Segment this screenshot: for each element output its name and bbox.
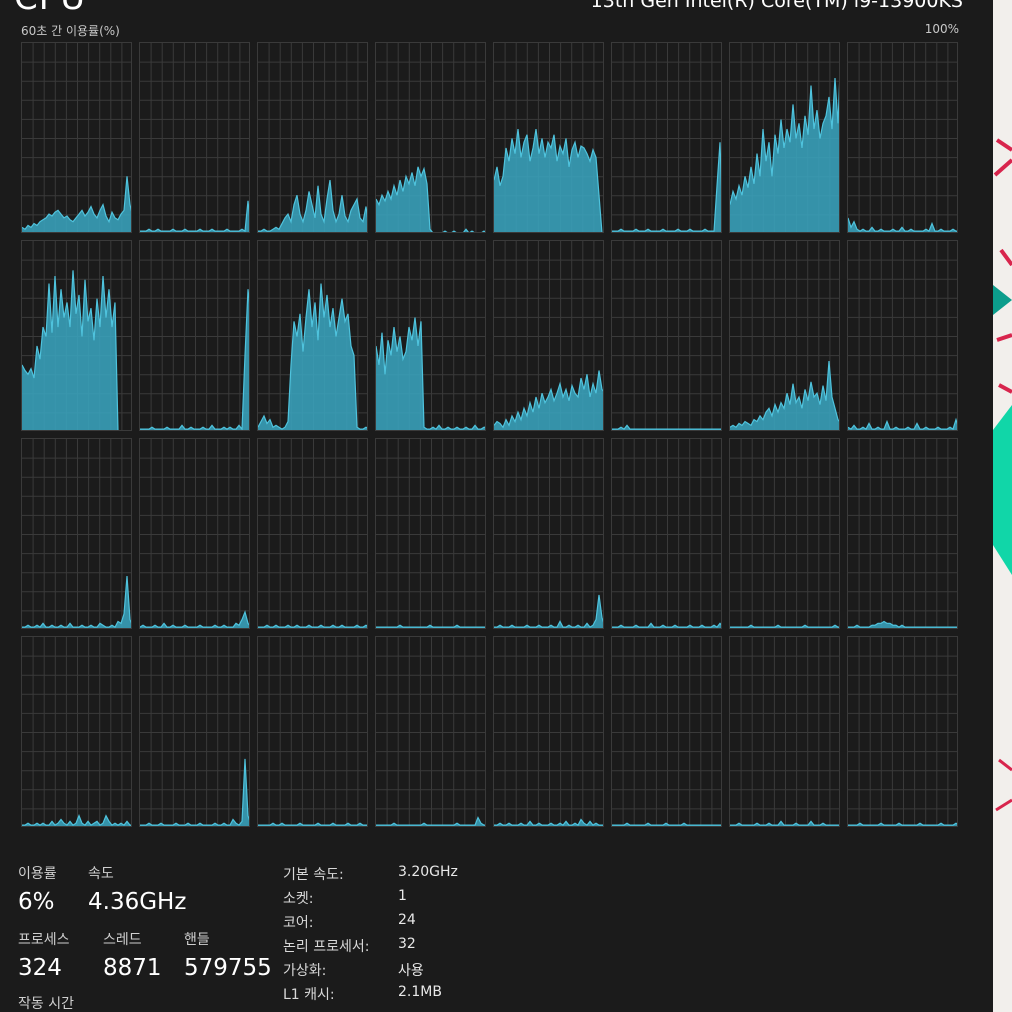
graph-canvas <box>376 439 485 628</box>
logical-processor-graph-26 <box>257 636 368 827</box>
speed-label: 속도 <box>88 866 114 882</box>
logical-processor-graph-3 <box>375 42 486 233</box>
graph-canvas <box>22 241 131 430</box>
logical-processor-graph-20 <box>493 438 604 629</box>
graph-canvas <box>376 43 485 232</box>
processes-label: 프로세스 <box>18 932 70 948</box>
logical-processor-graph-27 <box>375 636 486 827</box>
processes-value: 324 <box>18 955 62 981</box>
logical-processor-graph-23 <box>847 438 958 629</box>
graph-canvas <box>140 43 249 232</box>
utilization-label: 이용률 <box>18 866 57 882</box>
spec-logical-processors-label: 논리 프로세서: <box>283 939 370 955</box>
utilization-value: 6% <box>18 889 55 915</box>
cpu-performance-panel: CPU 13th Gen Intel(R) Core(TM) i9-13900K… <box>0 0 993 1012</box>
logical-processor-graphs <box>0 0 993 840</box>
logical-processor-graph-6 <box>729 42 840 233</box>
logical-processor-graph-22 <box>729 438 840 629</box>
graph-canvas <box>140 241 249 430</box>
spec-cores-value: 24 <box>398 912 416 928</box>
logical-processor-graph-18 <box>257 438 368 629</box>
graph-canvas <box>612 637 721 826</box>
uptime-label: 작동 시간 <box>18 996 74 1012</box>
logical-processor-graph-30 <box>729 636 840 827</box>
logical-processor-graph-11 <box>375 240 486 431</box>
logical-processor-graph-17 <box>139 438 250 629</box>
background-decoration <box>993 138 1012 812</box>
logical-processor-graph-5 <box>611 42 722 233</box>
speed-value: 4.36GHz <box>88 889 187 915</box>
graph-canvas <box>848 439 957 628</box>
threads-value: 8871 <box>103 955 162 981</box>
spec-base-speed-value: 3.20GHz <box>398 864 458 880</box>
logical-processor-graph-13 <box>611 240 722 431</box>
logical-processor-graph-0 <box>21 42 132 233</box>
spec-virtualization-label: 가상화: <box>283 963 327 979</box>
graph-canvas <box>22 637 131 826</box>
spec-sockets-value: 1 <box>398 888 407 904</box>
graph-canvas <box>258 241 367 430</box>
logical-processor-graph-9 <box>139 240 250 431</box>
graph-canvas <box>612 43 721 232</box>
graph-canvas <box>494 43 603 232</box>
graph-canvas <box>258 439 367 628</box>
spec-logical-processors-value: 32 <box>398 936 416 952</box>
logical-processor-graph-14 <box>729 240 840 431</box>
graph-canvas <box>258 43 367 232</box>
logical-processor-graph-8 <box>21 240 132 431</box>
spec-base-speed-label: 기본 속도: <box>283 867 344 883</box>
graph-canvas <box>730 43 839 232</box>
graph-canvas <box>848 241 957 430</box>
logical-processor-graph-7 <box>847 42 958 233</box>
graph-canvas <box>22 439 131 628</box>
handles-label: 핸들 <box>184 932 210 948</box>
logical-processor-graph-25 <box>139 636 250 827</box>
logical-processor-graph-19 <box>375 438 486 629</box>
logical-processor-graph-1 <box>139 42 250 233</box>
logical-processor-graph-24 <box>21 636 132 827</box>
graph-canvas <box>848 637 957 826</box>
graph-canvas <box>376 241 485 430</box>
logical-processor-graph-15 <box>847 240 958 431</box>
graph-canvas <box>140 637 249 826</box>
logical-processor-graph-21 <box>611 438 722 629</box>
graph-canvas <box>730 637 839 826</box>
logical-processor-graph-10 <box>257 240 368 431</box>
graph-canvas <box>730 241 839 430</box>
graph-canvas <box>612 241 721 430</box>
spec-l1-cache-label: L1 캐시: <box>283 987 335 1003</box>
logical-processor-graph-28 <box>493 636 604 827</box>
logical-processor-graph-16 <box>21 438 132 629</box>
graph-canvas <box>258 637 367 826</box>
logical-processor-graph-12 <box>493 240 604 431</box>
graph-canvas <box>612 439 721 628</box>
logical-processor-graph-31 <box>847 636 958 827</box>
background-window-edge <box>993 0 1012 1012</box>
graph-canvas <box>376 637 485 826</box>
threads-label: 스레드 <box>103 932 142 948</box>
logical-processor-graph-29 <box>611 636 722 827</box>
spec-l1-cache-value: 2.1MB <box>398 984 442 1000</box>
graph-canvas <box>494 241 603 430</box>
spec-cores-label: 코어: <box>283 915 314 931</box>
spec-sockets-label: 소켓: <box>283 891 314 907</box>
logical-processor-graph-4 <box>493 42 604 233</box>
graph-canvas <box>494 637 603 826</box>
handles-value: 579755 <box>184 955 272 981</box>
graph-canvas <box>848 43 957 232</box>
graph-canvas <box>22 43 131 232</box>
graph-canvas <box>494 439 603 628</box>
graph-canvas <box>140 439 249 628</box>
spec-virtualization-value: 사용 <box>398 963 424 979</box>
logical-processor-graph-2 <box>257 42 368 233</box>
graph-canvas <box>730 439 839 628</box>
